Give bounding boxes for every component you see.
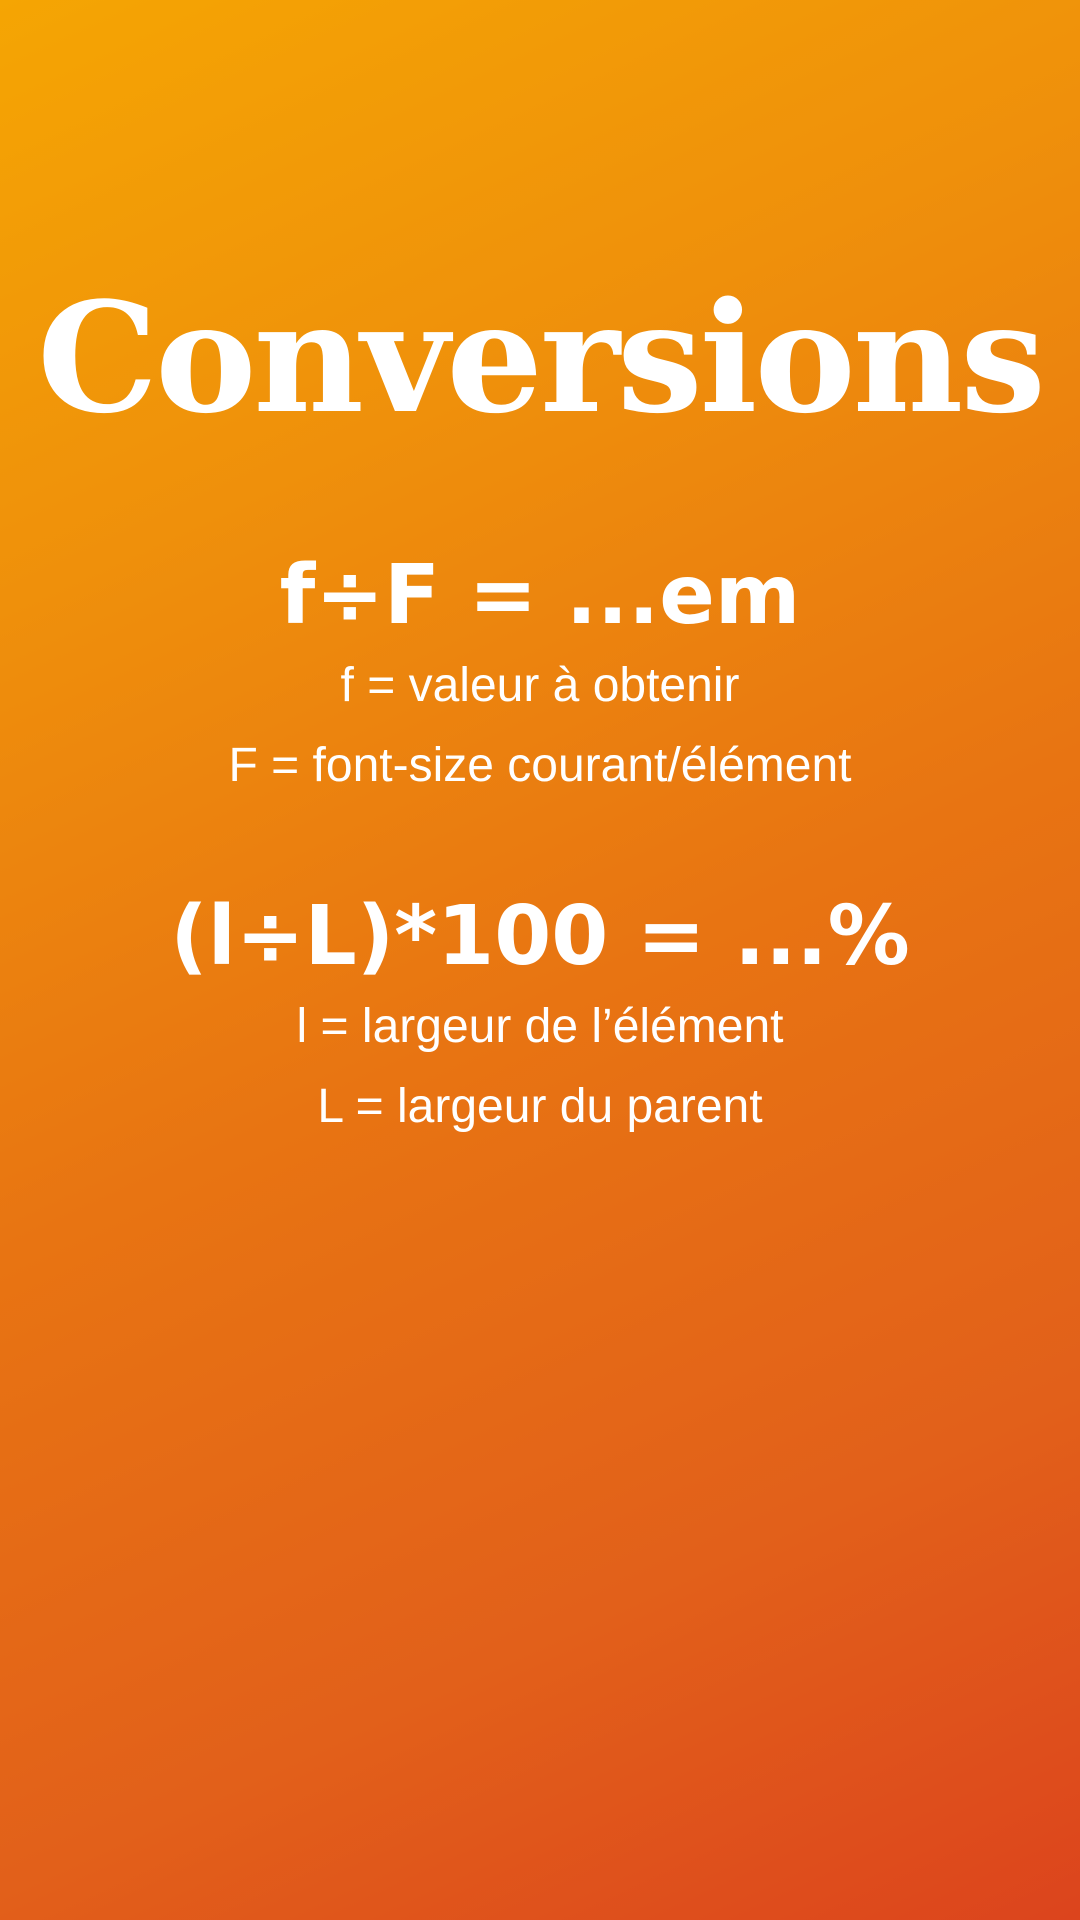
conversions-poster: Conversions f÷F = ...em f = valeur à obt… <box>0 0 1080 1920</box>
em-legend-f: f = valeur à obtenir <box>340 659 740 712</box>
percent-formula: (l÷L)*100 = ...% <box>170 889 910 984</box>
em-formula: f÷F = ...em <box>279 548 801 643</box>
em-legend-F: F = font-size courant/élément <box>228 739 852 792</box>
percent-legend-l: l = largeur de l’élément <box>296 1000 784 1053</box>
percent-legend-L: L = largeur du parent <box>317 1080 763 1133</box>
page-title: Conversions <box>37 268 1046 447</box>
